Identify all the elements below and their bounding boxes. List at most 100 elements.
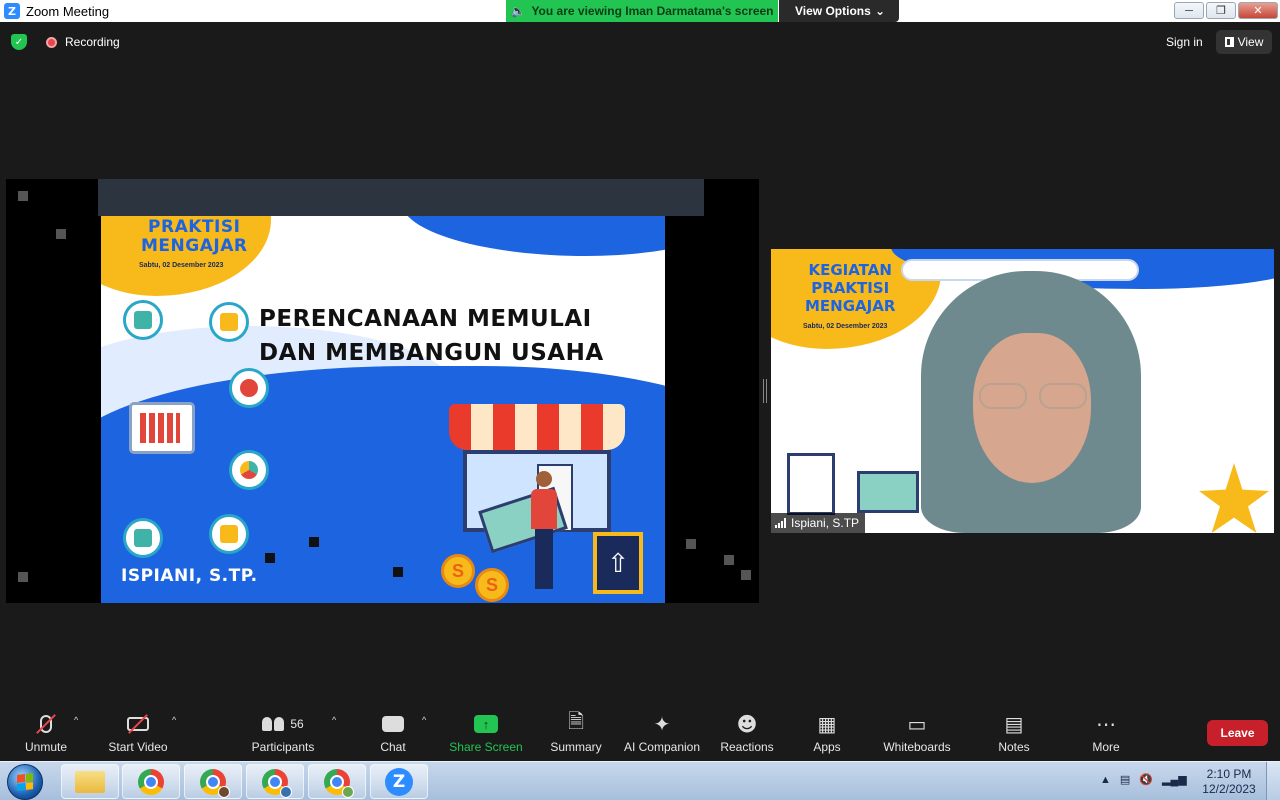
video-bg-star [1199, 463, 1269, 533]
shop-awning-illustration [449, 404, 625, 450]
reactions-button[interactable]: ☻ Reactions [702, 711, 792, 754]
video-bg-header-line1: KEGIATAN [808, 261, 892, 279]
chrome-icon [324, 768, 354, 798]
share-screen-icon: ↑ [474, 715, 498, 733]
participant-video-tile[interactable]: KEGIATAN PRAKTISI MENGAJAR Sabtu, 02 Des… [771, 249, 1274, 533]
slide-header-logo: PRAKTISI MENGAJAR [141, 218, 247, 256]
slide-header-line1: PRAKTISI [148, 217, 241, 237]
participant-name-tag: Ispiani, S.TP [771, 513, 866, 533]
more-label: More [1092, 740, 1120, 754]
restore-icon: ❐ [1216, 5, 1226, 17]
system-tray: ▲ ▤ 🔇 ▂▄▆ [1100, 773, 1187, 787]
coin-icon: S [475, 568, 509, 602]
minimize-icon: ─ [1185, 4, 1193, 17]
whiteboards-button[interactable]: ▭ Whiteboards [872, 711, 962, 754]
shopkeeper-illustration [529, 471, 559, 591]
split-resize-handle[interactable] [763, 379, 767, 403]
apps-label: Apps [813, 740, 841, 754]
slide-speaker-name: ISPIANI, S.TP. [121, 566, 258, 586]
signal-strength-icon [775, 518, 786, 528]
sign-in-link[interactable]: Sign in [1166, 35, 1203, 49]
sparkle-icon: ✦ [653, 712, 671, 736]
leave-button[interactable]: Leave [1207, 720, 1268, 746]
taskbar-file-explorer[interactable] [61, 764, 119, 799]
card-icon [209, 302, 249, 342]
volume-muted-icon[interactable]: 🔇 [1139, 773, 1153, 786]
apps-icon: ▦ [817, 712, 837, 736]
chrome-icon [200, 768, 230, 798]
recording-dot-icon [46, 37, 57, 48]
taskbar-zoom[interactable]: Z [370, 764, 428, 799]
more-button[interactable]: ⋯ More [1061, 711, 1151, 754]
whiteboard-icon: ▭ [907, 712, 927, 736]
audio-options-caret-icon[interactable]: ^ [74, 715, 78, 725]
restore-button[interactable]: ❐ [1206, 2, 1236, 19]
whiteboards-label: Whiteboards [883, 740, 951, 754]
coin-icon: S [441, 554, 475, 588]
participants-count: 56 [290, 717, 304, 731]
pixel-artifact [56, 229, 66, 239]
slide-wave-top [401, 216, 665, 256]
view-label: View [1237, 35, 1264, 49]
reactions-label: Reactions [720, 740, 774, 754]
windows-logo-icon [17, 773, 33, 791]
view-options-label: View Options [795, 4, 871, 18]
window-title: Zoom Meeting [26, 3, 110, 19]
system-clock[interactable]: 2:10 PM 12/2/2023 [1197, 767, 1261, 797]
shared-window-titlebar [98, 179, 704, 216]
close-icon: ✕ [1253, 5, 1263, 17]
network-icon[interactable]: ▤ [1120, 773, 1130, 786]
close-button[interactable]: ✕ [1238, 2, 1278, 19]
ai-companion-button[interactable]: ✦ AI Companion [617, 711, 707, 754]
start-video-button[interactable]: Start Video [93, 711, 183, 754]
taskbar-chrome-4[interactable] [308, 764, 366, 799]
chrome-icon [262, 768, 292, 798]
viewing-banner-text: You are viewing Iman Darmatama's screen [531, 4, 774, 18]
zoom-logo-icon: Z [4, 3, 20, 19]
presentation-slide: PRAKTISI MENGAJAR Sabtu, 02 Desember 202… [101, 216, 665, 603]
calculator-icon [123, 300, 163, 340]
shield-icon[interactable]: ✓ [11, 34, 27, 50]
video-options-caret-icon[interactable]: ^ [172, 715, 176, 725]
chat-bubble-icon [382, 716, 404, 732]
participants-options-caret-icon[interactable]: ^ [332, 715, 336, 725]
share-screen-label: Share Screen [449, 740, 523, 754]
more-dots-icon: ⋯ [1096, 712, 1116, 736]
apps-button[interactable]: ▦ Apps [782, 711, 872, 754]
participants-icon: 56 [262, 711, 304, 737]
share-screen-button[interactable]: ↑ Share Screen [441, 711, 531, 754]
taskbar-chrome-2[interactable] [184, 764, 242, 799]
notes-button[interactable]: ▤ Notes [969, 711, 1059, 754]
taskbar-chrome-1[interactable] [122, 764, 180, 799]
participants-button[interactable]: 56 Participants [238, 711, 328, 754]
view-button[interactable]: View [1216, 30, 1272, 54]
pixel-artifact [18, 191, 28, 201]
pixel-artifact [309, 537, 319, 547]
start-button[interactable] [7, 764, 43, 800]
arrow-up-sign-icon: ⇧ [593, 532, 643, 594]
pixel-artifact [18, 572, 28, 582]
view-layout-icon [1224, 37, 1234, 47]
start-video-label: Start Video [108, 740, 168, 754]
magnifier-icon [229, 368, 269, 408]
meeting-infobar: ✓ Recording Sign in View [0, 22, 1280, 62]
video-bg-header-line2: PRAKTISI [811, 279, 890, 297]
summary-icon: 🗎 [567, 709, 585, 733]
chevron-down-icon: ⌄ [874, 4, 885, 18]
zoom-icon: Z [385, 767, 413, 796]
signal-icon[interactable]: ▂▄▆ [1162, 773, 1187, 786]
recording-label[interactable]: Recording [65, 35, 120, 49]
view-options-button[interactable]: View Options ⌄ [779, 0, 899, 22]
taskbar-chrome-3[interactable] [246, 764, 304, 799]
minimize-button[interactable]: ─ [1174, 2, 1204, 19]
tray-expand-icon[interactable]: ▲ [1100, 774, 1111, 786]
window-controls: ─ ❐ ✕ [1174, 2, 1278, 19]
video-bg-date: Sabtu, 02 Desember 2023 [803, 323, 888, 330]
folder-icon [75, 770, 105, 793]
chat-options-caret-icon[interactable]: ^ [422, 715, 426, 725]
video-bg-header: KEGIATAN PRAKTISI MENGAJAR [805, 261, 895, 315]
summary-button[interactable]: 🗎 Summary [531, 709, 621, 754]
show-desktop-button[interactable] [1266, 762, 1280, 800]
smiley-icon: ☻ [736, 712, 758, 736]
shared-screen[interactable]: PRAKTISI MENGAJAR Sabtu, 02 Desember 202… [6, 179, 759, 603]
